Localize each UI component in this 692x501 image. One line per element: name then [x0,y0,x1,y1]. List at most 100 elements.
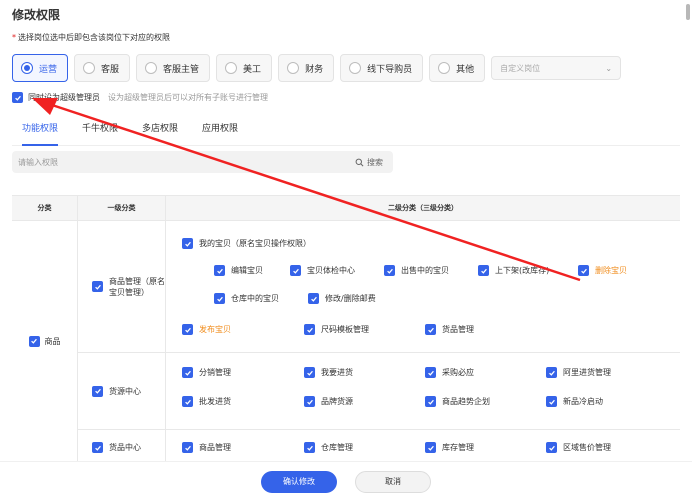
checkbox-checked-icon[interactable] [546,367,557,378]
checkbox-checked-icon[interactable] [425,367,436,378]
checkbox-checked-icon[interactable] [425,396,436,407]
checkbox-checked-icon[interactable] [425,442,436,453]
checkbox-checked-icon[interactable] [12,92,23,103]
perm-label: 出售中的宝贝 [401,266,449,275]
checkbox-checked-icon[interactable] [304,442,315,453]
custom-role-select[interactable]: 自定义岗位 ⌄ [491,56,622,80]
tab-app-permissions[interactable]: 应用权限 [202,122,238,146]
perm-label: 新品冷启动 [563,397,603,406]
checkbox-checked-icon[interactable] [182,324,193,335]
perm-trend-planning[interactable]: 商品趋势企划 [425,396,490,407]
level1-item-product-management[interactable]: 商品管理（原名宝贝管理） [78,221,166,352]
super-admin-option[interactable]: 同时设为超级管理员 设为超级管理员后可以对所有子账号进行管理 [12,92,268,103]
perm-my-items[interactable]: 我的宝贝（原名宝贝操作权限） [182,238,311,249]
perm-delete-item[interactable]: 删除宝贝 [578,265,627,276]
checkbox-checked-icon[interactable] [92,442,103,453]
category-checkbox-product[interactable]: 商品 [28,335,61,347]
table-row: 货品中心 商品管理 仓库管理 库存管理 区域售价管理 [78,430,680,461]
perm-inventory-management[interactable]: 库存管理 [425,442,474,453]
perm-label: 商品趋势企划 [442,397,490,406]
role-option-other[interactable]: 其他 [429,54,486,82]
checkbox-checked-icon[interactable] [28,335,40,347]
perm-label: 删除宝贝 [595,266,627,275]
checkbox-checked-icon[interactable] [214,265,225,276]
perm-label: 商品管理 [199,443,231,452]
perm-label: 仓库中的宝贝 [231,294,279,303]
perm-purchase[interactable]: 我要进货 [304,367,353,378]
perm-label: 分销管理 [199,368,231,377]
role-option-finance[interactable]: 财务 [278,54,335,82]
checkbox-checked-icon[interactable] [182,367,193,378]
checkbox-checked-icon[interactable] [546,396,557,407]
perm-label: 宝贝体检中心 [307,266,355,275]
role-option-designer[interactable]: 美工 [216,54,273,82]
perm-size-template[interactable]: 尺码模板管理 [304,324,369,335]
checkbox-checked-icon[interactable] [425,324,436,335]
perm-label: 尺码模板管理 [321,325,369,334]
role-option-offline-guide[interactable]: 线下导购员 [340,54,424,82]
checkbox-checked-icon[interactable] [290,265,301,276]
checkbox-checked-icon[interactable] [384,265,395,276]
checkbox-checked-icon[interactable] [304,396,315,407]
perm-label: 采购必应 [442,368,474,377]
perm-cold-start[interactable]: 新品冷启动 [546,396,603,407]
tab-function-permissions[interactable]: 功能权限 [22,122,59,146]
level2-cell: 商品管理 仓库管理 库存管理 区域售价管理 [166,430,680,461]
checkbox-checked-icon[interactable] [182,442,193,453]
perm-wholesale[interactable]: 批发进货 [182,396,231,407]
tab-qianniu-permissions[interactable]: 千牛权限 [82,122,118,146]
checkbox-checked-icon[interactable] [182,396,193,407]
checkbox-checked-icon[interactable] [304,324,315,335]
perm-label: 仓库管理 [321,443,353,452]
perm-goods-management[interactable]: 货品管理 [425,324,474,335]
checkbox-checked-icon[interactable] [182,238,193,249]
radio-icon [21,62,33,74]
perm-brand-source[interactable]: 品牌货源 [304,396,353,407]
perm-label: 我的宝贝（原名宝贝操作权限） [199,239,311,248]
cancel-button[interactable]: 取消 [355,470,431,493]
role-option-customer-service[interactable]: 客服 [74,54,131,82]
perm-product-management[interactable]: 商品管理 [182,442,231,453]
footer-actions: 确认修改 取消 [0,461,692,501]
role-option-operations[interactable]: 运营 [12,54,69,82]
perm-ali-purchase[interactable]: 阿里进货管理 [546,367,611,378]
confirm-button[interactable]: 确认修改 [261,470,337,493]
category-label: 商品 [44,336,61,346]
table-row: 商品管理（原名宝贝管理） 我的宝贝（原名宝贝操作权限） 编辑宝贝 宝贝体检中心 … [78,221,680,353]
perm-distribution[interactable]: 分销管理 [182,367,231,378]
level1-item-goods-center[interactable]: 货品中心 [78,430,166,461]
perm-list-delist[interactable]: 上下架(改库存) [478,265,549,276]
perm-label: 品牌货源 [321,397,353,406]
checkbox-checked-icon[interactable] [304,367,315,378]
perm-publish-item[interactable]: 发布宝贝 [182,324,231,335]
perm-warehouse-items[interactable]: 仓库中的宝贝 [214,293,279,304]
checkbox-checked-icon[interactable] [92,281,103,292]
level1-item-sourcing-center[interactable]: 货源中心 [78,353,166,429]
checkbox-checked-icon[interactable] [578,265,589,276]
perm-regional-pricing[interactable]: 区域售价管理 [546,442,611,453]
checkbox-checked-icon[interactable] [92,385,103,397]
category-cell: 商品 [12,221,78,461]
checkbox-checked-icon[interactable] [214,293,225,304]
scrollbar-thumb[interactable] [686,4,690,20]
permission-tabs: 功能权限 千牛权限 多店权限 应用权限 [12,122,680,146]
perm-edit-postage[interactable]: 修改/删除邮费 [308,293,376,304]
role-label: 线下导购员 [367,64,413,75]
perm-item-checkup[interactable]: 宝贝体检中心 [290,265,355,276]
role-option-cs-supervisor[interactable]: 客服主管 [136,54,211,82]
perm-edit-item[interactable]: 编辑宝贝 [214,265,263,276]
table-row: 货源中心 分销管理 我要进货 采购必应 阿里进货管理 批发进货 品牌货源 商品趋… [78,353,680,430]
permission-search-input[interactable]: 请输入权限 搜索 [12,151,393,173]
search-button[interactable]: 搜索 [355,157,383,168]
checkbox-checked-icon[interactable] [308,293,319,304]
level1-label: 货品中心 [109,443,141,452]
radio-icon [225,62,238,74]
checkbox-checked-icon[interactable] [478,265,489,276]
perm-label: 区域售价管理 [563,443,611,452]
perm-items-on-sale[interactable]: 出售中的宝贝 [384,265,449,276]
perm-procurement[interactable]: 采购必应 [425,367,474,378]
perm-warehouse-management[interactable]: 仓库管理 [304,442,353,453]
level2-cell: 分销管理 我要进货 采购必应 阿里进货管理 批发进货 品牌货源 商品趋势企划 新… [166,353,680,429]
tab-multi-store-permissions[interactable]: 多店权限 [142,122,178,146]
checkbox-checked-icon[interactable] [546,442,557,453]
